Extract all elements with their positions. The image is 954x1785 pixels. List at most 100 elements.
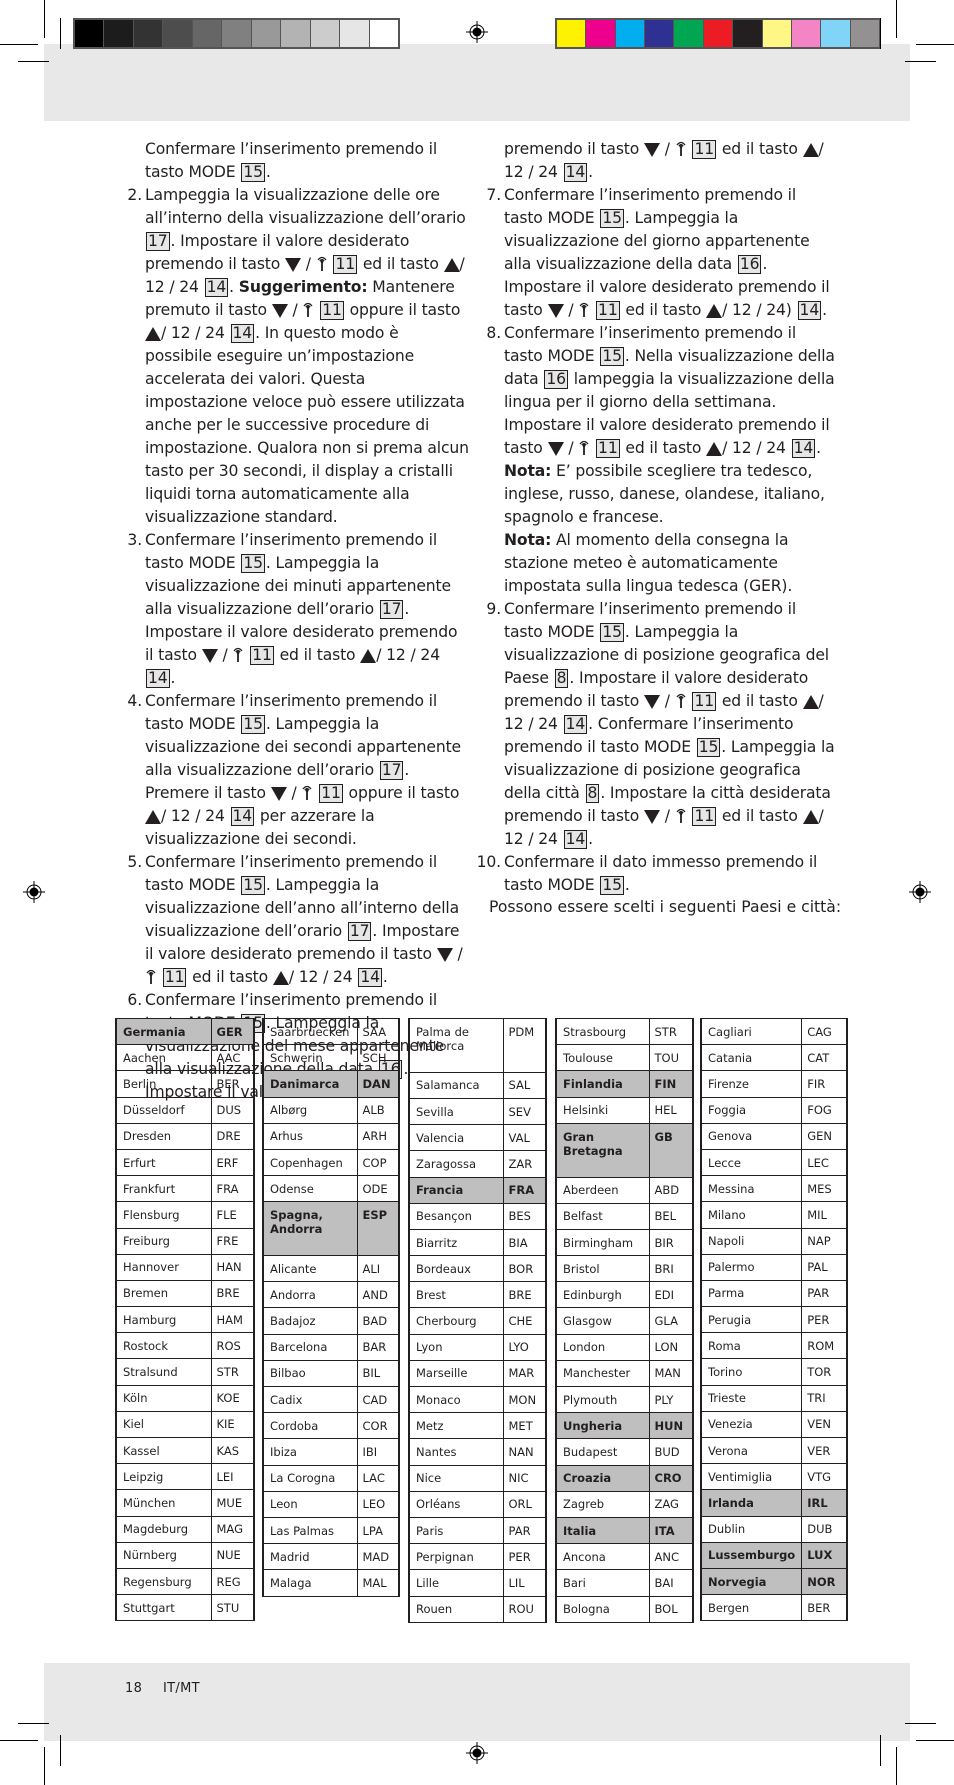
gray-swatch: [163, 20, 193, 47]
city-row: London LON: [555, 1333, 694, 1361]
crop-mark: [0, 44, 38, 45]
city-name: Budapest: [555, 1438, 650, 1466]
city-code: KOE: [210, 1384, 255, 1412]
crop-mark: [905, 1723, 936, 1724]
city-code: FOG: [801, 1096, 848, 1124]
city-name: Zaragossa: [408, 1150, 504, 1178]
city-code: MON: [502, 1386, 547, 1414]
city-code: BIR: [648, 1228, 694, 1257]
city-code: BIL: [356, 1359, 400, 1388]
city-code: MES: [801, 1175, 848, 1203]
city-name: Odense: [262, 1175, 358, 1203]
city-name: Berlin: [115, 1070, 212, 1098]
registration-mark-icon: [466, 21, 488, 43]
step-number: 2.: [127, 186, 142, 204]
city-name: Monaco: [408, 1386, 504, 1414]
city-code: ZAG: [648, 1490, 694, 1518]
city-code: ORL: [502, 1490, 547, 1518]
city-row: Firenze FIR: [700, 1070, 848, 1098]
key-reference-box: 8: [554, 669, 569, 688]
city-name: Leon: [262, 1490, 358, 1518]
city-row: Saarbruecken SAA: [262, 1017, 400, 1046]
country-name: Danimarca: [262, 1070, 358, 1098]
city-row: Cagliari CAG: [700, 1017, 848, 1046]
city-row: Madrid MAD: [262, 1543, 400, 1571]
crop-mark: [916, 1740, 954, 1741]
key-reference-box: 15: [241, 715, 265, 734]
city-code: BER: [801, 1594, 848, 1622]
city-row: Orléans ORL: [408, 1490, 547, 1518]
instruction-step: premendo il tasto / 11 ed il tasto / 12 …: [504, 140, 824, 182]
city-code: GLA: [648, 1307, 694, 1335]
city-table-4: Strasbourg STR Toulouse TOU Finlandia FIN Hels…: [555, 1017, 694, 1623]
country-code: ESP: [356, 1201, 400, 1257]
key-1224-label: / 12 / 24: [288, 968, 353, 986]
up-arrow-icon: [802, 694, 819, 709]
city-name: Saarbruecken: [262, 1017, 358, 1046]
city-code: ABD: [648, 1176, 694, 1204]
city-row: Badajoz BAD: [262, 1307, 400, 1335]
color-swatch: [557, 20, 587, 47]
antenna-icon: [579, 440, 589, 455]
city-name: Helsinki: [555, 1096, 650, 1124]
slash-separator: /: [659, 692, 675, 710]
city-name: Birmingham: [555, 1228, 650, 1257]
city-code: VTG: [801, 1463, 848, 1491]
city-row: Glasgow GLA: [555, 1307, 694, 1335]
city-name: Milano: [700, 1201, 803, 1229]
city-code: ROU: [502, 1595, 547, 1623]
city-code: VAL: [502, 1124, 547, 1152]
color-swatch: [791, 20, 822, 47]
city-row: Catania CAT: [700, 1044, 848, 1072]
city-code: FLE: [210, 1201, 255, 1229]
city-name: Cagliari: [700, 1017, 803, 1046]
city-name: Messina: [700, 1175, 803, 1203]
city-name: Bremen: [115, 1279, 212, 1308]
down-arrow-icon: [643, 142, 660, 157]
city-name: Schwerin: [262, 1044, 358, 1072]
antenna-icon: [302, 785, 312, 800]
crop-mark: [905, 61, 936, 62]
city-code: ALB: [356, 1096, 400, 1124]
city-row: Kassel KAS: [115, 1436, 255, 1465]
country-code: GB: [648, 1122, 694, 1178]
city-name: Hamburg: [115, 1306, 212, 1334]
up-arrow-icon: [802, 142, 819, 157]
key-reference-box: 15: [600, 623, 624, 642]
city-code: SEV: [502, 1097, 547, 1126]
city-row: Ibiza IBI: [262, 1438, 400, 1466]
city-row: Leipzig LEI: [115, 1463, 255, 1491]
step-number: 9.: [486, 600, 501, 618]
key-reference-box: 11: [596, 439, 620, 458]
crop-mark: [896, 1747, 897, 1785]
down-arrow-icon: [271, 303, 288, 318]
gray-swatch: [310, 20, 341, 47]
city-code: MAR: [502, 1359, 547, 1388]
city-code: TOR: [801, 1358, 848, 1386]
city-name: Rouen: [408, 1595, 504, 1623]
city-code: DUB: [801, 1515, 848, 1543]
key-reference-box: 14: [146, 669, 170, 688]
city-code: DUS: [210, 1096, 255, 1124]
city-name: Freiburg: [115, 1227, 212, 1255]
country-row: Gran Bretagna GB: [555, 1122, 694, 1178]
city-row: Zagreb ZAG: [555, 1490, 694, 1518]
city-name: Arhus: [262, 1122, 358, 1150]
city-row: Metz MET: [408, 1412, 547, 1440]
key-reference-box: 11: [250, 646, 274, 665]
key-reference-box: 11: [320, 301, 344, 320]
city-name: Magdeburg: [115, 1515, 212, 1543]
city-name: Las Palmas: [262, 1516, 358, 1545]
city-name: Belfast: [555, 1202, 650, 1230]
city-name: Sevilla: [408, 1097, 504, 1126]
city-code: PAR: [801, 1279, 848, 1308]
city-row: Kiel KIE: [115, 1410, 255, 1439]
color-swatch: [703, 20, 734, 47]
city-row: München MUE: [115, 1489, 255, 1517]
city-name: Malaga: [262, 1569, 358, 1597]
slash-separator: /: [286, 784, 302, 802]
city-name: London: [555, 1333, 650, 1361]
city-code: CHE: [502, 1307, 547, 1335]
key-1224-label: / 12 / 24: [722, 439, 786, 457]
key-reference-box: 11: [162, 968, 187, 987]
